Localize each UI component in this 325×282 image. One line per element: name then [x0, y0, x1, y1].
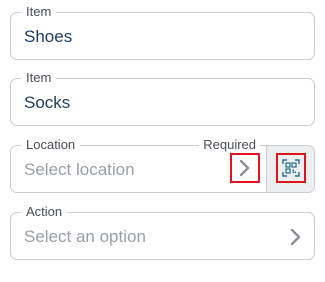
item-label: Item: [21, 4, 57, 20]
chevron-right-icon: [239, 159, 250, 177]
location-chevron-button[interactable]: [230, 153, 260, 183]
scan-button-frame[interactable]: [276, 153, 306, 183]
action-chevron-button[interactable]: [281, 222, 311, 252]
location-field[interactable]: Location Required Select location: [10, 137, 315, 193]
action-label: Action: [21, 204, 68, 220]
action-field[interactable]: Action Select an option: [10, 204, 315, 260]
item-label: Item: [21, 70, 57, 86]
qr-scan-icon: [282, 159, 300, 177]
action-placeholder: Select an option: [24, 227, 146, 246]
item-field-socks[interactable]: Item Socks: [10, 70, 315, 126]
item-value: Shoes: [24, 27, 73, 46]
location-label: Location: [21, 137, 81, 153]
scan-button[interactable]: [266, 146, 314, 192]
chevron-right-icon: [290, 228, 301, 246]
required-label: Required: [199, 137, 260, 153]
item-value: Socks: [24, 93, 71, 112]
location-placeholder: Select location: [24, 160, 135, 179]
item-field-shoes[interactable]: Item Shoes: [10, 4, 315, 60]
